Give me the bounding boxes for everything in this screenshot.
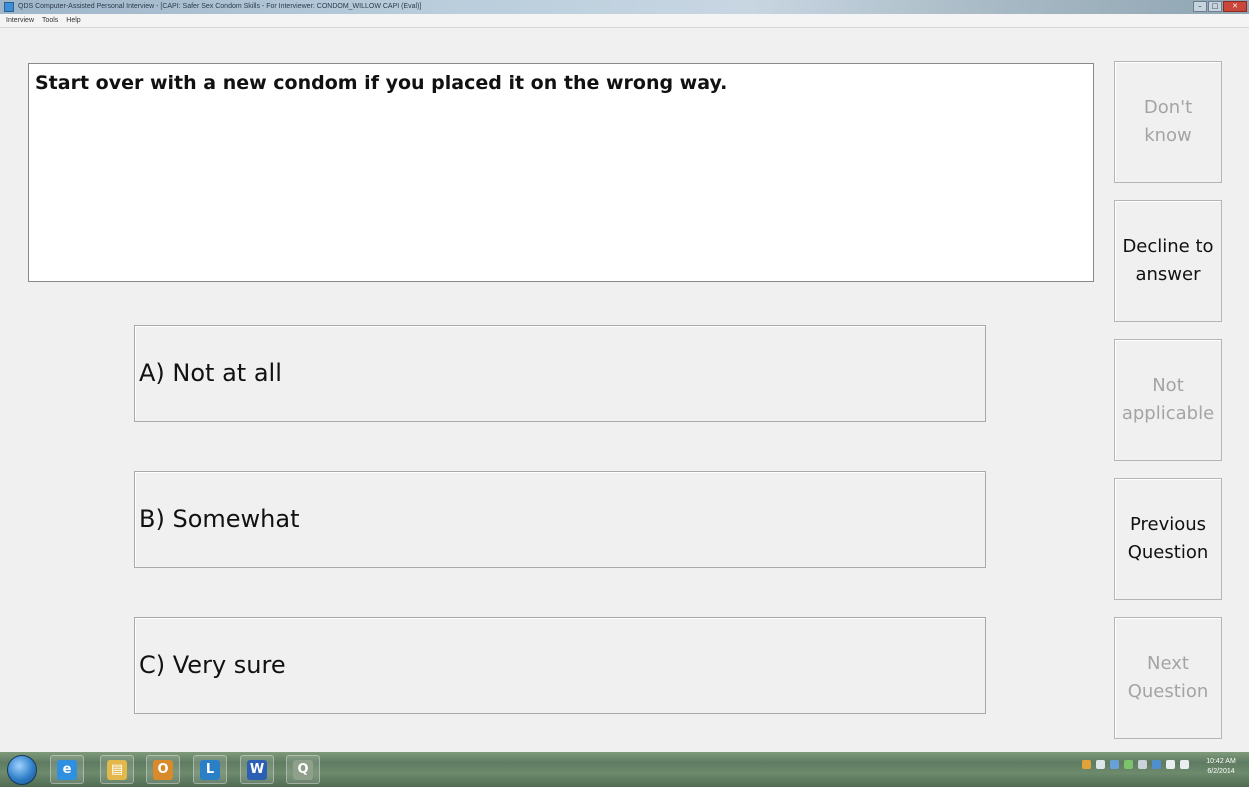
file-explorer-icon: ▤	[107, 759, 127, 780]
question-box: Start over with a new condom if you plac…	[28, 63, 1094, 282]
previous-question-label: Previous Question	[1127, 514, 1209, 563]
menu-bar: Interview Tools Help	[0, 14, 1249, 28]
answer-option-a[interactable]: A) Not at all	[134, 325, 986, 422]
window-title-bar: QDS Computer-Assisted Personal Interview…	[0, 0, 1249, 14]
tray-icon[interactable]	[1152, 760, 1161, 769]
system-tray	[1082, 760, 1189, 769]
internet-explorer-icon: e	[57, 759, 77, 780]
word-icon: W	[247, 759, 267, 780]
volume-icon[interactable]	[1180, 760, 1189, 769]
taskbar-app[interactable]: ▤	[100, 755, 134, 784]
answer-label: C) Very sure	[139, 651, 286, 679]
window-controls: – □ ✕	[1193, 1, 1247, 12]
clock-time: 10:42 AM	[1206, 758, 1236, 765]
tray-icon[interactable]	[1082, 760, 1091, 769]
tray-icon[interactable]	[1138, 760, 1147, 769]
network-icon[interactable]	[1166, 760, 1175, 769]
maximize-button[interactable]: □	[1208, 1, 1222, 12]
start-button[interactable]	[7, 755, 37, 785]
answer-label: B) Somewhat	[139, 505, 300, 533]
decline-to-answer-label: Decline to answer	[1122, 236, 1214, 285]
interview-panel: Start over with a new condom if you plac…	[8, 28, 1249, 746]
next-question-button[interactable]: Next Question	[1114, 617, 1222, 739]
taskbar-app[interactable]: W	[240, 755, 274, 784]
menu-interview[interactable]: Interview	[6, 17, 34, 24]
minimize-button[interactable]: –	[1193, 1, 1207, 12]
answer-label: A) Not at all	[139, 359, 282, 387]
clock-date: 6/2/2014	[1207, 768, 1235, 775]
app-icon	[4, 2, 14, 12]
dont-know-label: Don't know	[1143, 97, 1193, 146]
close-button[interactable]: ✕	[1223, 1, 1247, 12]
tray-icon[interactable]	[1096, 760, 1105, 769]
taskbar-app[interactable]: L	[193, 755, 227, 784]
window-title: QDS Computer-Assisted Personal Interview…	[18, 3, 422, 10]
next-question-label: Next Question	[1127, 653, 1209, 702]
lync-icon: L	[200, 759, 220, 780]
qds-app-icon: Q	[293, 759, 313, 780]
answer-option-c[interactable]: C) Very sure	[134, 617, 986, 714]
question-text: Start over with a new condom if you plac…	[35, 72, 728, 94]
not-applicable-label: Not applicable	[1121, 375, 1215, 424]
outlook-icon: O	[153, 759, 173, 780]
previous-question-button[interactable]: Previous Question	[1114, 478, 1222, 600]
taskbar-app[interactable]: e	[50, 755, 84, 784]
tray-icon[interactable]	[1110, 760, 1119, 769]
clock[interactable]: 10:42 AM 6/2/2014	[1199, 757, 1243, 777]
menu-help[interactable]: Help	[66, 17, 80, 24]
answer-option-b[interactable]: B) Somewhat	[134, 471, 986, 568]
taskbar: e ▤ O L W Q 10:42 AM 6/2/2014	[0, 752, 1249, 787]
dont-know-button[interactable]: Don't know	[1114, 61, 1222, 183]
decline-to-answer-button[interactable]: Decline to answer	[1114, 200, 1222, 322]
tray-icon[interactable]	[1124, 760, 1133, 769]
not-applicable-button[interactable]: Not applicable	[1114, 339, 1222, 461]
taskbar-app[interactable]: O	[146, 755, 180, 784]
menu-tools[interactable]: Tools	[42, 17, 58, 24]
taskbar-app[interactable]: Q	[286, 755, 320, 784]
